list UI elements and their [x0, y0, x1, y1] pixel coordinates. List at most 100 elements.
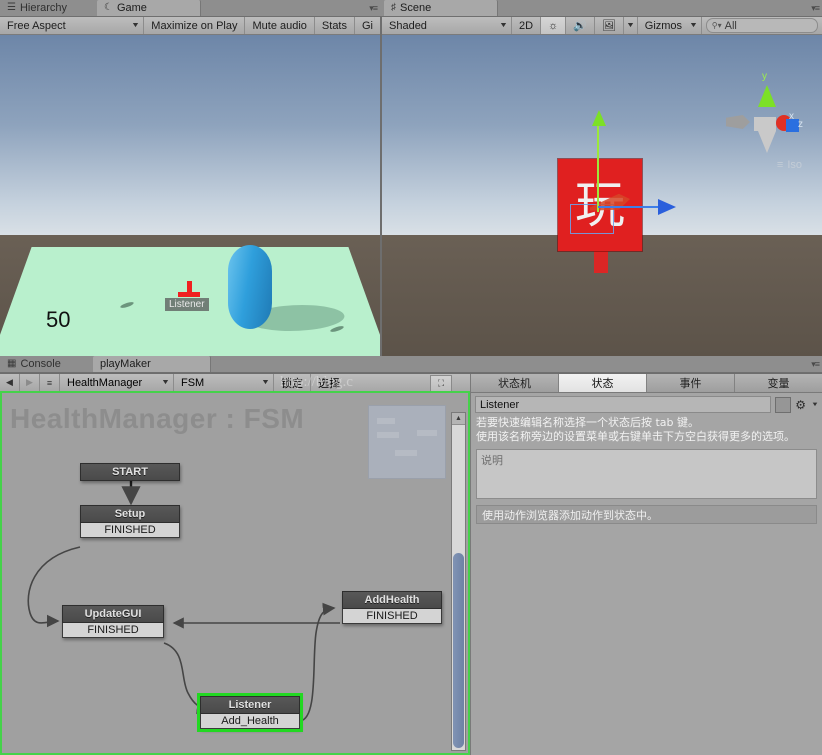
- fsm-node-event[interactable]: Add_Health: [200, 714, 300, 729]
- game-pane: Free Aspect ▼ Maximize on Play Mute audi…: [0, 17, 382, 357]
- scene-search-value: All: [724, 19, 737, 32]
- axis-y-neg-cone-icon[interactable]: [758, 131, 776, 153]
- fsm-node-addhealth[interactable]: AddHealth FINISHED: [342, 591, 442, 624]
- state-color-swatch[interactable]: [775, 396, 792, 413]
- fsm-node-event[interactable]: FINISHED: [80, 523, 180, 538]
- tab-fsm[interactable]: 状态机: [471, 374, 559, 392]
- fsm-node-name: Listener: [200, 696, 300, 714]
- playmaker-inspector-pane: 状态机 状态 事件 变量 Listener ⚙ ▼ 若要快速编辑名称选择一个状态…: [470, 374, 822, 755]
- toggle-2d-button[interactable]: 2D: [512, 17, 542, 34]
- scene-pane-menu-icon[interactable]: ▾≡: [811, 3, 820, 14]
- chevron-down-icon: ▼: [131, 22, 141, 29]
- nav-forward-button[interactable]: ▶: [20, 374, 40, 391]
- tab-playmaker[interactable]: playMaker: [93, 356, 211, 372]
- state-description-textarea[interactable]: 说明: [476, 449, 817, 499]
- state-hint-line-1: 若要快速编辑名称选择一个状态后按 tab 键。: [476, 416, 700, 429]
- tab-scene[interactable]: ♯ Scene: [384, 0, 498, 16]
- scene-pane: Shaded ▼ 2D ☼ 🔊 🖼 ▼ Gizmos ▼ ⚲▾ All y x …: [382, 17, 822, 357]
- select-button[interactable]: 选择: [311, 374, 347, 391]
- axis-y-cone-icon[interactable]: [758, 85, 776, 107]
- stats-button[interactable]: Stats: [314, 17, 355, 34]
- mute-audio-button[interactable]: Mute audio: [245, 17, 315, 34]
- camera-icon: ⛶: [437, 378, 445, 388]
- tab-scene-label: Scene: [400, 2, 432, 14]
- bottom-tabbar: ▦ Console playMaker ▾≡: [0, 356, 822, 373]
- game-gizmos-label: Gi: [362, 19, 373, 32]
- forward-arrow-icon: ▶: [26, 377, 33, 387]
- effects-dropdown[interactable]: ▼: [623, 17, 638, 34]
- state-hints: 若要快速编辑名称选择一个状态后按 tab 键。 使用该名称旁边的设置菜单或右键单…: [471, 415, 822, 447]
- aspect-dropdown[interactable]: Free Aspect ▼: [0, 17, 145, 34]
- tab-states-label: 状态: [591, 377, 614, 390]
- tab-states[interactable]: 状态: [559, 374, 647, 392]
- fsm-node-event[interactable]: FINISHED: [342, 609, 442, 624]
- state-hint-line-2: 使用该名称旁边的设置菜单或右键单击下方空白获得更多的选项。: [476, 430, 795, 443]
- gear-icon[interactable]: ⚙ ▼: [795, 398, 819, 412]
- gizmo-y-arrow-icon[interactable]: [592, 110, 606, 126]
- tab-game[interactable]: ☾ Game: [97, 0, 201, 16]
- listener-gizmo-icon: [178, 281, 200, 299]
- chevron-down-icon: ▼: [261, 379, 271, 386]
- unity-editor-window: ☰ Hierarchy ☾ Game ▾≡ ♯ Scene ▾≡ Free As…: [0, 0, 822, 755]
- tab-fsm-label: 状态机: [498, 377, 531, 390]
- chevron-down-icon: ▼: [625, 22, 635, 29]
- scene-toolbar: Shaded ▼ 2D ☼ 🔊 🖼 ▼ Gizmos ▼ ⚲▾ All: [382, 17, 822, 35]
- tab-variables[interactable]: 变量: [735, 374, 822, 392]
- axis-neg-cone-icon[interactable]: [726, 115, 750, 129]
- fsm-vertical-scrollbar[interactable]: ▲: [451, 412, 466, 751]
- scene-viewport[interactable]: 玩 y x z ≡: [382, 35, 822, 357]
- tab-playmaker-label: playMaker: [100, 358, 151, 370]
- playmaker-pane-menu-icon[interactable]: ▾≡: [811, 359, 820, 370]
- playmaker-menu-button[interactable]: ≡: [40, 374, 60, 391]
- shading-mode-dropdown[interactable]: Shaded ▼: [382, 17, 512, 34]
- actions-info-bar: 使用动作浏览器添加动作到状态中。: [476, 505, 817, 524]
- scrollbar-thumb[interactable]: [453, 553, 464, 748]
- bottom-panes: ◀ ▶ ≡ HealthManager ▼ FSM ▼ 锁定 选择 http:/…: [0, 373, 822, 755]
- state-name-value: Listener: [480, 398, 520, 411]
- tab-hierarchy[interactable]: ☰ Hierarchy: [0, 0, 110, 16]
- fsm-dropdown[interactable]: FSM ▼: [174, 374, 274, 391]
- maximize-on-play-button[interactable]: Maximize on Play: [144, 17, 246, 34]
- toggle-audio-button[interactable]: 🔊: [566, 17, 595, 34]
- scene-gizmos-label: Gizmos: [644, 19, 683, 32]
- tab-console[interactable]: ▦ Console: [0, 356, 102, 372]
- game-viewport[interactable]: Listener 50: [0, 35, 380, 357]
- toggle-lighting-button[interactable]: ☼: [541, 17, 567, 34]
- projection-label: Iso: [787, 159, 802, 171]
- scene-gizmos-dropdown[interactable]: Gizmos ▼: [637, 17, 702, 34]
- fsm-node-setup[interactable]: Setup FINISHED: [80, 505, 180, 538]
- fsm-label: FSM: [181, 376, 205, 389]
- back-arrow-icon: ◀: [6, 377, 13, 387]
- scene-search-input[interactable]: ⚲▾ All: [705, 18, 818, 33]
- gizmo-x-arrow-icon[interactable]: [658, 199, 676, 215]
- player-capsule: [228, 245, 272, 329]
- fsm-minimap[interactable]: [368, 405, 446, 479]
- toggle-effects-button[interactable]: 🖼: [594, 17, 624, 34]
- fsm-node-name: Setup: [80, 505, 180, 523]
- gizmo-y-axis[interactable]: [597, 116, 599, 212]
- maximize-on-play-label: Maximize on Play: [151, 19, 238, 32]
- fsm-node-listener[interactable]: Listener Add_Health: [197, 693, 303, 732]
- scroll-up-arrow-icon[interactable]: ▲: [452, 413, 465, 424]
- health-value-text: 50: [46, 307, 71, 332]
- game-pane-menu-icon[interactable]: ▾≡: [369, 3, 378, 14]
- gameobject-label: HealthManager: [67, 376, 143, 389]
- search-icon: ⚲▾: [711, 21, 722, 30]
- tab-events[interactable]: 事件: [647, 374, 735, 392]
- screenshot-button[interactable]: ⛶: [430, 375, 452, 392]
- state-name-input[interactable]: Listener: [475, 396, 772, 413]
- tab-hierarchy-label: Hierarchy: [19, 2, 68, 14]
- gameobject-dropdown[interactable]: HealthManager ▼: [60, 374, 174, 391]
- nav-back-button[interactable]: ◀: [0, 374, 20, 391]
- scene-projection-toggle[interactable]: ≡ Iso: [777, 159, 802, 171]
- lock-button[interactable]: 锁定: [274, 374, 311, 391]
- lines-icon: ≡: [776, 159, 784, 171]
- fsm-node-event[interactable]: FINISHED: [62, 623, 164, 638]
- fsm-canvas[interactable]: HealthManager : FSM START Setup FINISHED…: [0, 391, 470, 755]
- game-gizmos-button[interactable]: Gi: [355, 17, 380, 34]
- fsm-node-updategui[interactable]: UpdateGUI FINISHED: [62, 605, 164, 638]
- gizmo-x-axis[interactable]: [598, 206, 664, 208]
- fsm-node-name: START: [80, 463, 180, 481]
- fsm-node-start[interactable]: START: [80, 463, 180, 481]
- fsm-title: HealthManager : FSM: [10, 403, 305, 434]
